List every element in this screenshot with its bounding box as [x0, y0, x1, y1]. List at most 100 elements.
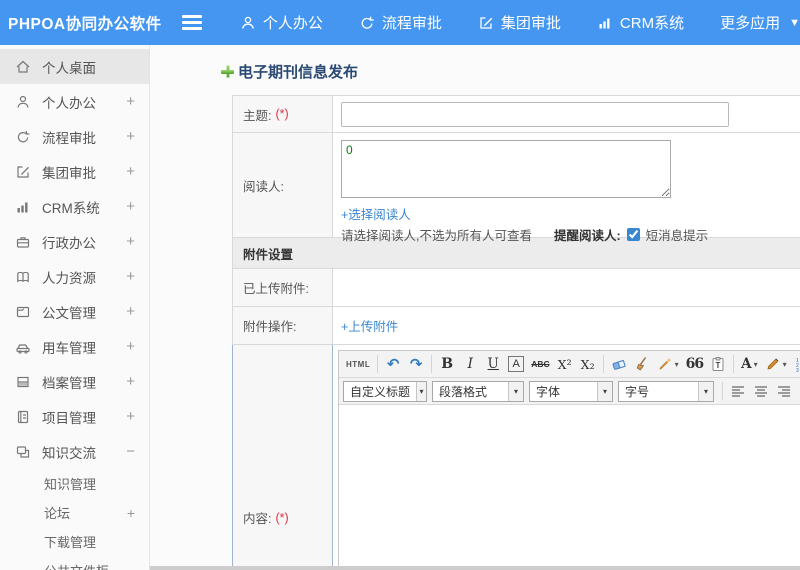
process-icon — [359, 15, 375, 31]
ordered-list-icon[interactable]: 123▾ — [791, 353, 800, 375]
app-logo[interactable]: PHPOA协同办公软件 — [0, 12, 182, 34]
sidebar-item-hr[interactable]: 人力资源 + — [0, 259, 149, 294]
expand-icon[interactable]: + — [126, 198, 135, 215]
nav-group-approval[interactable]: 集团审批 — [478, 12, 561, 33]
topbar: PHPOA协同办公软件 个人办公 流程审批 集团审批 CRM系统 更多应用 ▼ — [0, 0, 800, 45]
sidebar-item-admin-office[interactable]: 行政办公 + — [0, 224, 149, 259]
attachment-operations-row: 附件操作: +上传附件 — [232, 307, 800, 345]
readers-label: 阅读人: — [233, 133, 333, 237]
highlight-pen-icon[interactable]: ▾ — [762, 353, 790, 375]
align-justify-icon[interactable] — [796, 380, 800, 402]
chat-icon — [15, 444, 32, 460]
sidebar-subitem-forum[interactable]: 论坛 + — [0, 498, 149, 527]
sidebar-item-archives[interactable]: 档案管理 + — [0, 364, 149, 399]
project-icon — [15, 409, 32, 425]
uploaded-attachments-value — [333, 269, 800, 306]
edit-icon — [478, 15, 494, 31]
custom-heading-select[interactable]: 自定义标题 ▾ — [343, 380, 427, 402]
sidebar-item-process-approval[interactable]: 流程审批 + — [0, 119, 149, 154]
bold-button[interactable]: B — [436, 353, 458, 375]
align-left-icon[interactable] — [727, 380, 749, 402]
uploaded-attachments-label: 已上传附件: — [233, 269, 333, 306]
expand-icon[interactable]: + — [126, 163, 135, 180]
sidebar-item-official-docs[interactable]: 公文管理 + — [0, 294, 149, 329]
content-row: 内容: (*) HTML ↶ ↷ B I U A ABC X² X₂ ▾ 66 … — [232, 345, 800, 570]
redo-icon[interactable]: ↷ — [405, 353, 427, 375]
sidebar-item-personal-office[interactable]: 个人办公 + — [0, 84, 149, 119]
expand-icon[interactable]: + — [126, 128, 135, 145]
paste-text-icon[interactable]: T — [707, 353, 729, 375]
font-size-select[interactable]: 字号 ▾ — [618, 380, 714, 402]
superscript-button[interactable]: X² — [554, 353, 576, 375]
nav-process-approval[interactable]: 流程审批 — [359, 12, 442, 33]
sidebar-subitem-knowledge-mgmt[interactable]: 知识管理 — [0, 469, 149, 498]
subscript-button[interactable]: X₂ — [577, 353, 599, 375]
strikethrough-button[interactable]: ABC — [528, 353, 552, 375]
expand-icon[interactable]: + — [126, 373, 135, 390]
expand-icon[interactable]: + — [126, 93, 135, 110]
book-icon — [15, 269, 32, 285]
home-icon — [15, 59, 32, 75]
sidebar-item-vehicle[interactable]: 用车管理 + — [0, 329, 149, 364]
sidebar-subitem-public-files[interactable]: 公共文件柜 — [0, 556, 149, 570]
italic-button[interactable]: I — [459, 353, 481, 375]
document-icon — [15, 304, 32, 320]
align-right-icon[interactable] — [773, 380, 795, 402]
caret-down-icon: ▾ — [597, 381, 612, 401]
expand-icon[interactable]: + — [126, 233, 135, 250]
eraser-icon[interactable] — [608, 353, 630, 375]
sidebar-subitem-downloads[interactable]: 下载管理 — [0, 527, 149, 556]
upload-attachment-link[interactable]: +上传附件 — [341, 316, 398, 335]
nav-more-apps[interactable]: 更多应用 ▼ — [720, 12, 800, 33]
required-mark: (*) — [275, 107, 289, 121]
caret-down-icon: ▾ — [753, 359, 758, 369]
horizontal-scrollbar[interactable] — [150, 566, 800, 570]
nav-personal-office[interactable]: 个人办公 — [240, 12, 323, 33]
caret-down-icon: ▼ — [789, 16, 800, 29]
expand-icon[interactable]: + — [126, 408, 135, 425]
nav-crm[interactable]: CRM系统 — [597, 12, 684, 33]
sidebar-item-projects[interactable]: 项目管理 + — [0, 399, 149, 434]
plus-icon — [220, 64, 235, 79]
menu-icon[interactable] — [181, 15, 202, 30]
expand-icon[interactable]: + — [127, 505, 135, 521]
edit-icon — [15, 164, 32, 180]
select-readers-link[interactable]: +选择阅读人 — [341, 208, 411, 222]
sidebar-item-knowledge[interactable]: 知识交流 − — [0, 434, 149, 469]
main-content: 电子期刊信息发布 主题: (*) 阅读人: +选择阅读人 — [150, 45, 800, 570]
font-color-button[interactable]: A ▾ — [738, 353, 761, 375]
expand-icon[interactable]: + — [126, 338, 135, 355]
sidebar-item-crm[interactable]: CRM系统 + — [0, 189, 149, 224]
remind-readers-label: 提醒阅读人: — [553, 229, 621, 243]
publish-form: 主题: (*) 阅读人: +选择阅读人 请选择阅读人,不选为所有人可查看 提醒阅… — [232, 95, 800, 570]
collapse-icon[interactable]: − — [126, 443, 135, 460]
paragraph-format-select[interactable]: 段落格式 ▾ — [432, 380, 524, 402]
rich-text-editor: HTML ↶ ↷ B I U A ABC X² X₂ ▾ 66 T A ▾ ▾ … — [338, 350, 800, 570]
font-family-select[interactable]: 字体 ▾ — [529, 380, 613, 402]
blockquote-button[interactable]: 66 — [683, 353, 706, 375]
bar-chart-icon — [597, 15, 613, 31]
archive-icon — [15, 374, 32, 390]
editor-toolbar-row2: 自定义标题 ▾ 段落格式 ▾ 字体 ▾ 字号 ▾ — [339, 378, 800, 405]
readers-row: 阅读人: +选择阅读人 请选择阅读人,不选为所有人可查看 提醒阅读人: 短消息提… — [232, 133, 800, 243]
border-text-button[interactable]: A — [505, 353, 527, 375]
readers-textarea[interactable] — [341, 140, 671, 198]
clean-format-broom-icon[interactable] — [631, 353, 653, 375]
expand-icon[interactable]: + — [126, 268, 135, 285]
underline-button[interactable]: U — [482, 353, 504, 375]
sidebar-item-group-approval[interactable]: 集团审批 + — [0, 154, 149, 189]
editor-content-area[interactable] — [339, 405, 800, 570]
html-source-button[interactable]: HTML — [343, 353, 373, 375]
sms-remind-checkbox[interactable] — [626, 228, 640, 241]
format-painter-icon[interactable]: ▾ — [654, 353, 682, 375]
process-icon — [15, 129, 32, 145]
undo-icon[interactable]: ↶ — [382, 353, 404, 375]
caret-down-icon: ▾ — [782, 359, 787, 369]
briefcase-icon — [15, 234, 32, 250]
svg-text:T: T — [716, 361, 721, 370]
caret-down-icon: ▾ — [698, 381, 713, 401]
expand-icon[interactable]: + — [126, 303, 135, 320]
sidebar-item-desktop[interactable]: 个人桌面 — [0, 49, 149, 84]
align-center-icon[interactable] — [750, 380, 772, 402]
subject-input[interactable] — [341, 101, 729, 127]
